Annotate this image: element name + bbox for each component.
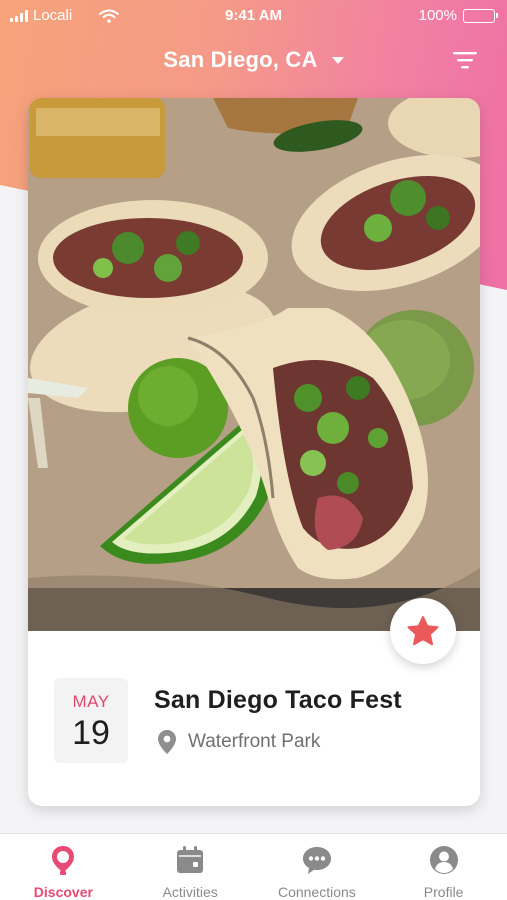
event-venue[interactable]: Waterfront Park xyxy=(158,730,320,754)
tab-connections-label: Connections xyxy=(277,884,356,900)
chat-bubble-icon xyxy=(302,847,331,874)
favorite-button[interactable] xyxy=(390,598,456,664)
discover-pin-icon xyxy=(52,846,75,875)
battery-icon xyxy=(463,8,498,23)
tab-discover-label: Discover xyxy=(33,884,93,900)
location-label: San Diego, CA xyxy=(163,47,318,72)
battery-percent: 100% xyxy=(418,7,457,24)
event-photo xyxy=(28,98,480,631)
tab-bar: Discover Activities Connections Profile xyxy=(0,833,507,900)
tab-profile-label: Profile xyxy=(423,884,464,900)
event-month: MAY xyxy=(72,692,110,711)
event-title[interactable]: San Diego Taco Fest xyxy=(154,686,402,715)
tab-connections[interactable]: Connections xyxy=(254,834,381,900)
calendar-icon xyxy=(177,846,204,873)
tab-activities[interactable]: Activities xyxy=(127,834,254,900)
filter-lines-icon[interactable] xyxy=(453,50,477,70)
chevron-down-icon[interactable] xyxy=(331,56,344,64)
location-selector[interactable]: San Diego, CA xyxy=(0,44,507,76)
event-date-badge: MAY 19 xyxy=(54,678,128,763)
status-right: 100% xyxy=(418,7,498,24)
location-pin-icon xyxy=(158,730,176,754)
person-icon xyxy=(429,846,458,874)
venue-label: Waterfront Park xyxy=(188,731,321,752)
event-card[interactable]: MAY 19 San Diego Taco Fest Waterfront Pa… xyxy=(28,98,480,806)
tab-discover[interactable]: Discover xyxy=(0,834,127,900)
tab-profile[interactable]: Profile xyxy=(380,834,507,900)
tab-activities-label: Activities xyxy=(162,884,218,900)
star-icon xyxy=(407,616,439,646)
event-day: 19 xyxy=(72,714,110,752)
status-bar: Locali 9:41 AM 100% xyxy=(0,0,507,32)
